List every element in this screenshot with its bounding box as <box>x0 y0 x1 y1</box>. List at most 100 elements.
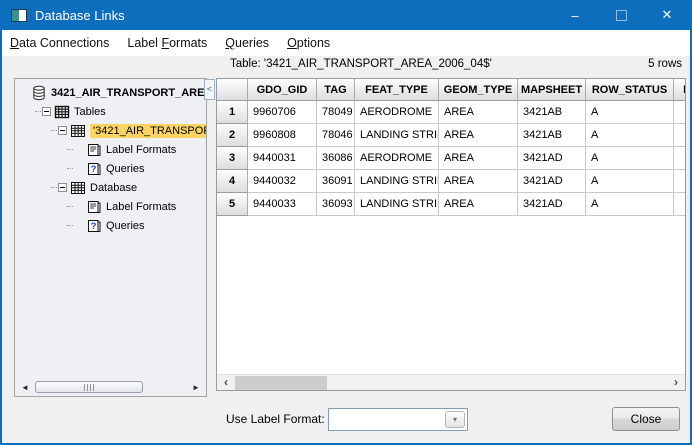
table-cell[interactable]: 9960808 <box>248 124 317 147</box>
table-cell[interactable]: LANDING STRIP <box>355 193 439 216</box>
table-cell[interactable]: A <box>586 147 674 170</box>
column-header[interactable]: FEAT_TYPE <box>355 79 439 101</box>
table-cell[interactable]: 36091 <box>317 170 355 193</box>
tree-connector <box>67 206 73 207</box>
tree-item[interactable]: Tables <box>15 102 206 121</box>
collapse-tree-button[interactable]: < <box>204 79 215 100</box>
close-icon: ✕ <box>662 7 673 23</box>
tree-item[interactable]: '3421_AIR_TRANSPORT_A <box>15 121 206 140</box>
table-cell[interactable]: A <box>586 193 674 216</box>
grid-horizontal-scrollbar[interactable]: ‹ › <box>217 374 685 390</box>
menu-options[interactable]: Options <box>278 30 339 56</box>
label-format-input[interactable] <box>329 409 443 430</box>
app-icon <box>11 9 27 22</box>
table-cell[interactable]: A <box>586 101 674 124</box>
close-window-button[interactable]: ✕ <box>644 0 690 30</box>
table-cell[interactable]: 3421AD <box>518 147 586 170</box>
tree-item[interactable]: ? Queries <box>15 159 206 178</box>
tree-connector <box>67 149 73 150</box>
column-header[interactable]: L <box>674 79 685 101</box>
scroll-right-arrow-icon[interactable]: ► <box>188 379 204 396</box>
tree-item[interactable]: Database <box>15 178 206 197</box>
svg-text:?: ? <box>91 164 97 175</box>
tree-item[interactable]: Label Formats <box>15 140 206 159</box>
table-cell[interactable]: A <box>586 124 674 147</box>
label-format-combobox[interactable]: ▾ <box>328 408 468 431</box>
table-name-label: Table: '3421_AIR_TRANSPORT_AREA_2006_04$… <box>216 58 492 70</box>
tree-expander-icon[interactable] <box>58 126 67 135</box>
tree-item-label: '3421_AIR_TRANSPORT_A <box>90 124 206 138</box>
queries-icon: ? <box>86 161 102 177</box>
table-cell[interactable]: AREA <box>439 124 518 147</box>
table-cell[interactable]: AREA <box>439 170 518 193</box>
table-row: 2996080878046LANDING STRIPAREA3421ABA <box>217 124 685 147</box>
svg-text:?: ? <box>91 221 97 232</box>
scroll-left-chevron-icon[interactable]: ‹ <box>218 375 234 390</box>
tree-expander-icon[interactable] <box>42 107 51 116</box>
table-cell[interactable] <box>674 101 685 124</box>
column-header[interactable]: TAG <box>317 79 355 101</box>
table-cell[interactable] <box>674 147 685 170</box>
row-number-header[interactable]: 1 <box>217 101 248 124</box>
corner-cell[interactable] <box>217 79 248 101</box>
column-header[interactable]: GDO_GID <box>248 79 317 101</box>
table-cell[interactable]: 3421AD <box>518 170 586 193</box>
minimize-button[interactable]: – <box>552 0 598 30</box>
table-cell[interactable]: 9440032 <box>248 170 317 193</box>
tree-item[interactable]: ? Queries <box>15 216 206 235</box>
tree-item[interactable]: 3421_AIR_TRANSPORT_AREA <box>15 83 206 102</box>
combo-dropdown-button[interactable]: ▾ <box>445 411 465 428</box>
row-number-header[interactable]: 4 <box>217 170 248 193</box>
grid-scrollbar-thumb[interactable] <box>235 376 327 390</box>
tree-connector <box>51 187 57 188</box>
table-cell[interactable] <box>674 170 685 193</box>
table-cell[interactable]: 3421AD <box>518 193 586 216</box>
tree-scrollbar-thumb[interactable] <box>35 381 143 393</box>
window-title: Database Links <box>35 8 552 23</box>
tree-expander-icon[interactable] <box>58 183 67 192</box>
table-cell[interactable]: AREA <box>439 147 518 170</box>
column-header[interactable]: GEOM_TYPE <box>439 79 518 101</box>
column-header[interactable]: MAPSHEET <box>518 79 586 101</box>
label-formats-icon <box>86 199 102 215</box>
menu-label-formats[interactable]: Label Formats <box>118 30 216 56</box>
table-cell[interactable]: 78049 <box>317 101 355 124</box>
database-icon <box>31 85 47 101</box>
table-cell[interactable]: 9440031 <box>248 147 317 170</box>
table-cell[interactable]: 36086 <box>317 147 355 170</box>
table-header-row: GDO_GIDTAGFEAT_TYPEGEOM_TYPEMAPSHEETROW_… <box>217 79 685 101</box>
table-cell[interactable]: 9960706 <box>248 101 317 124</box>
column-header[interactable]: ROW_STATUS <box>586 79 674 101</box>
menu-data-connections[interactable]: Data Connections <box>2 30 118 56</box>
tables-icon <box>54 104 70 120</box>
table-cell[interactable] <box>674 124 685 147</box>
row-number-header[interactable]: 5 <box>217 193 248 216</box>
scroll-right-chevron-icon[interactable]: › <box>668 375 684 390</box>
table-cell[interactable]: LANDING STRIP <box>355 170 439 193</box>
table-cell[interactable] <box>674 193 685 216</box>
table-cell[interactable]: AERODROME <box>355 101 439 124</box>
table-cell[interactable]: 36093 <box>317 193 355 216</box>
table-icon <box>70 123 86 139</box>
tree-horizontal-scrollbar[interactable]: ◄ ► <box>15 379 206 396</box>
table-cell[interactable]: 78046 <box>317 124 355 147</box>
tree-item-label: Database <box>90 182 137 194</box>
scroll-left-arrow-icon[interactable]: ◄ <box>17 379 33 396</box>
table-cell[interactable]: LANDING STRIP <box>355 124 439 147</box>
table-icon <box>70 180 86 196</box>
table-cell[interactable]: 9440033 <box>248 193 317 216</box>
row-number-header[interactable]: 3 <box>217 147 248 170</box>
menu-queries[interactable]: Queries <box>216 30 278 56</box>
close-button[interactable]: Close <box>612 407 680 431</box>
table-cell[interactable]: A <box>586 170 674 193</box>
row-number-header[interactable]: 2 <box>217 124 248 147</box>
table-cell[interactable]: 3421AB <box>518 124 586 147</box>
row-count-label: 5 rows <box>648 58 682 70</box>
maximize-button[interactable] <box>598 0 644 30</box>
table-cell[interactable]: AREA <box>439 193 518 216</box>
table-cell[interactable]: 3421AB <box>518 101 586 124</box>
tree-item[interactable]: Label Formats <box>15 197 206 216</box>
chevron-down-icon: ▾ <box>453 415 457 424</box>
table-cell[interactable]: AREA <box>439 101 518 124</box>
table-cell[interactable]: AERODROME <box>355 147 439 170</box>
